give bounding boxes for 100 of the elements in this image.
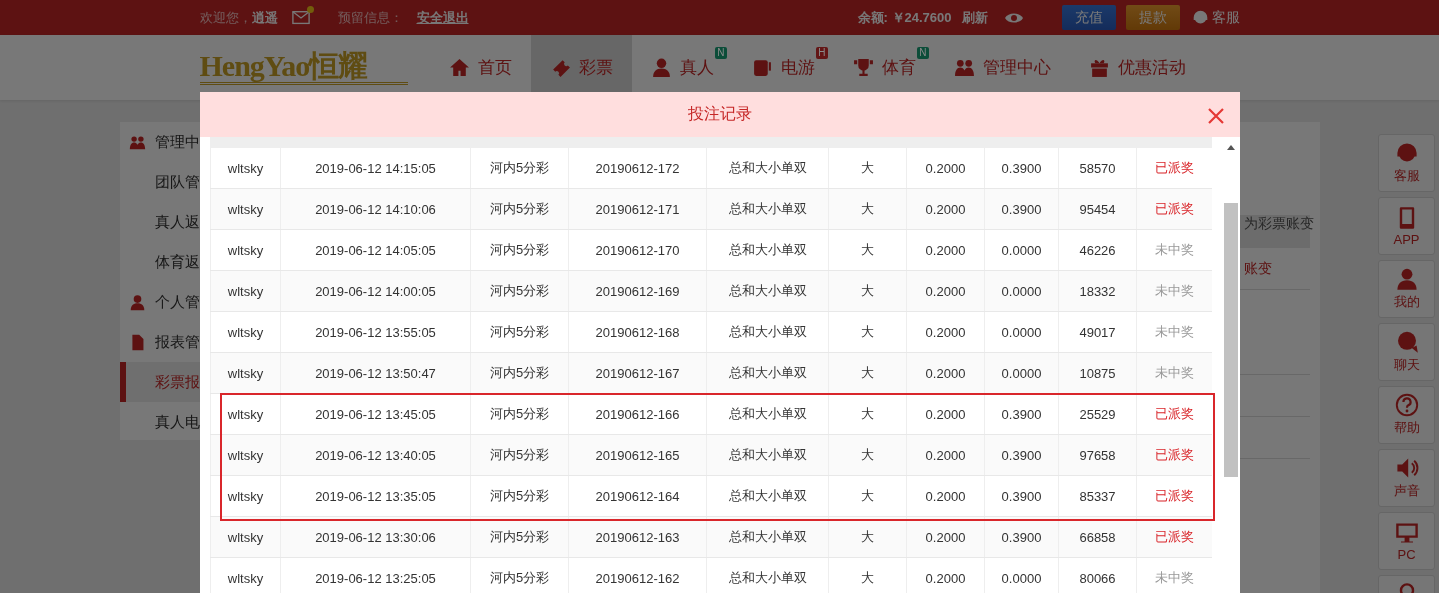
people-icon bbox=[129, 133, 146, 151]
table-cell: 河内5分彩 bbox=[470, 394, 568, 434]
table-cell: 大 bbox=[828, 271, 906, 311]
side-tool-button[interactable]: 声音 bbox=[1378, 449, 1435, 507]
side-tool-button[interactable]: 我的 bbox=[1378, 260, 1435, 318]
table-cell: 2019-06-12 14:15:05 bbox=[280, 148, 470, 188]
modal-title: 投注记录 bbox=[688, 104, 752, 124]
table-cell: 2019-06-12 13:35:05 bbox=[280, 476, 470, 516]
side-tool-button[interactable]: 帮助 bbox=[1378, 386, 1435, 444]
table-cell: 20190612-163 bbox=[568, 517, 706, 557]
table-cell: 总和大小单双 bbox=[706, 435, 828, 475]
nav-tab[interactable]: 首页 bbox=[429, 35, 531, 100]
table-cell: 河内5分彩 bbox=[470, 476, 568, 516]
nav-tab[interactable]: 电游 H bbox=[732, 35, 834, 100]
side-tool-button[interactable]: APP bbox=[1378, 197, 1435, 255]
table-cell: 49017 bbox=[1058, 312, 1136, 352]
nav-tab[interactable]: 真人 N bbox=[631, 35, 733, 100]
monitor-icon bbox=[1394, 520, 1419, 545]
table-cell: 总和大小单双 bbox=[706, 558, 828, 593]
table-cell: 0.2000 bbox=[906, 517, 984, 557]
withdraw-button[interactable]: 提款 bbox=[1125, 5, 1180, 30]
table-cell: 河内5分彩 bbox=[470, 230, 568, 270]
service-link[interactable]: 客服 bbox=[1211, 8, 1240, 27]
table-cell: 97658 bbox=[1058, 435, 1136, 475]
side-tool-button[interactable]: 客服 bbox=[1378, 134, 1435, 192]
table-cell: 0.3900 bbox=[984, 517, 1058, 557]
table-cell: 2019-06-12 13:40:05 bbox=[280, 435, 470, 475]
table-cell: 大 bbox=[828, 476, 906, 516]
table-cell: 58570 bbox=[1058, 148, 1136, 188]
table-cell: wltsky bbox=[210, 517, 280, 557]
table-cell: 18332 bbox=[1058, 271, 1136, 311]
table-cell: 0.3900 bbox=[984, 435, 1058, 475]
gift-icon bbox=[1088, 57, 1110, 78]
table-cell: 20190612-165 bbox=[568, 435, 706, 475]
deposit-button[interactable]: 充值 bbox=[1061, 5, 1116, 30]
table-cell: 河内5分彩 bbox=[470, 148, 568, 188]
nav-tab[interactable]: 管理中心 bbox=[934, 35, 1070, 100]
table-cell: 河内5分彩 bbox=[470, 189, 568, 229]
logo[interactable]: HengYao恒耀 bbox=[199, 50, 408, 85]
table-cell: 大 bbox=[828, 558, 906, 593]
table-cell: 总和大小单双 bbox=[706, 189, 828, 229]
table-cell: wltsky bbox=[210, 230, 280, 270]
logout-link[interactable]: 安全退出 bbox=[416, 8, 469, 27]
nav-tab[interactable]: 优惠活动 bbox=[1069, 35, 1205, 100]
side-tool-button[interactable]: PC bbox=[1378, 512, 1435, 570]
table-cell: 河内5分彩 bbox=[470, 435, 568, 475]
table-cell: wltsky bbox=[210, 558, 280, 593]
table-cell: 20190612-172 bbox=[568, 148, 706, 188]
table-cell: 2019-06-12 13:45:05 bbox=[280, 394, 470, 434]
table-cell: wltsky bbox=[210, 189, 280, 229]
table-cell: 0.0000 bbox=[984, 312, 1058, 352]
table-cell: 20190612-164 bbox=[568, 476, 706, 516]
balance-label: 余额: bbox=[857, 8, 888, 27]
table-cell: 已派奖 bbox=[1136, 394, 1212, 434]
table-cell: 已派奖 bbox=[1136, 476, 1212, 516]
refresh-link[interactable]: 刷新 bbox=[961, 8, 988, 27]
table-cell: 95454 bbox=[1058, 189, 1136, 229]
table-cell: 0.2000 bbox=[906, 435, 984, 475]
side-tool-button[interactable]: 聊天 bbox=[1378, 323, 1435, 381]
table-cell: 20190612-162 bbox=[568, 558, 706, 593]
menu-group-title[interactable]: 报表管 bbox=[155, 332, 200, 352]
table-cell: 大 bbox=[828, 148, 906, 188]
table-cell: 已派奖 bbox=[1136, 435, 1212, 475]
table-cell: wltsky bbox=[210, 353, 280, 393]
table-cell: 总和大小单双 bbox=[706, 517, 828, 557]
table-cell: 河内5分彩 bbox=[470, 517, 568, 557]
table-cell: wltsky bbox=[210, 435, 280, 475]
table-cell: 20190612-167 bbox=[568, 353, 706, 393]
welcome-text: 欢迎您， bbox=[199, 8, 252, 27]
table-cell: 大 bbox=[828, 435, 906, 475]
table-cell: 2019-06-12 13:50:47 bbox=[280, 353, 470, 393]
table-cell: 0.2000 bbox=[906, 476, 984, 516]
table-cell: 已派奖 bbox=[1136, 189, 1212, 229]
menu-group-title[interactable]: 个人管 bbox=[155, 292, 200, 312]
menu-group-title[interactable]: 管理中 bbox=[155, 132, 200, 152]
balance-amount: ￥24.7600 bbox=[891, 8, 952, 27]
table-cell: 0.0000 bbox=[984, 271, 1058, 311]
people-icon bbox=[953, 57, 975, 78]
reserved-info-label: 预留信息： bbox=[337, 8, 403, 27]
table-cell: 总和大小单双 bbox=[706, 353, 828, 393]
house-icon bbox=[448, 57, 470, 78]
table-cell: 总和大小单双 bbox=[706, 271, 828, 311]
table-cell: 总和大小单双 bbox=[706, 394, 828, 434]
table-cell: 0.0000 bbox=[984, 558, 1058, 593]
table-cell: 0.0000 bbox=[984, 353, 1058, 393]
trophy-icon bbox=[852, 57, 874, 78]
table-cell: 0.2000 bbox=[906, 189, 984, 229]
table-cell: 大 bbox=[828, 517, 906, 557]
table-cell: wltsky bbox=[210, 312, 280, 352]
table-cell: 0.2000 bbox=[906, 148, 984, 188]
table-cell: 总和大小单双 bbox=[706, 476, 828, 516]
table-cell: 河内5分彩 bbox=[470, 271, 568, 311]
table-cell: 2019-06-12 14:00:05 bbox=[280, 271, 470, 311]
close-icon[interactable] bbox=[1206, 106, 1226, 126]
table-cell: 总和大小单双 bbox=[706, 148, 828, 188]
notice-text: 为彩票账变 bbox=[1244, 215, 1314, 231]
table-cell: 未中奖 bbox=[1136, 271, 1212, 311]
help-icon bbox=[1394, 393, 1419, 417]
speaker-icon bbox=[1394, 456, 1419, 480]
nav-tab[interactable]: 体育 N bbox=[833, 35, 935, 100]
